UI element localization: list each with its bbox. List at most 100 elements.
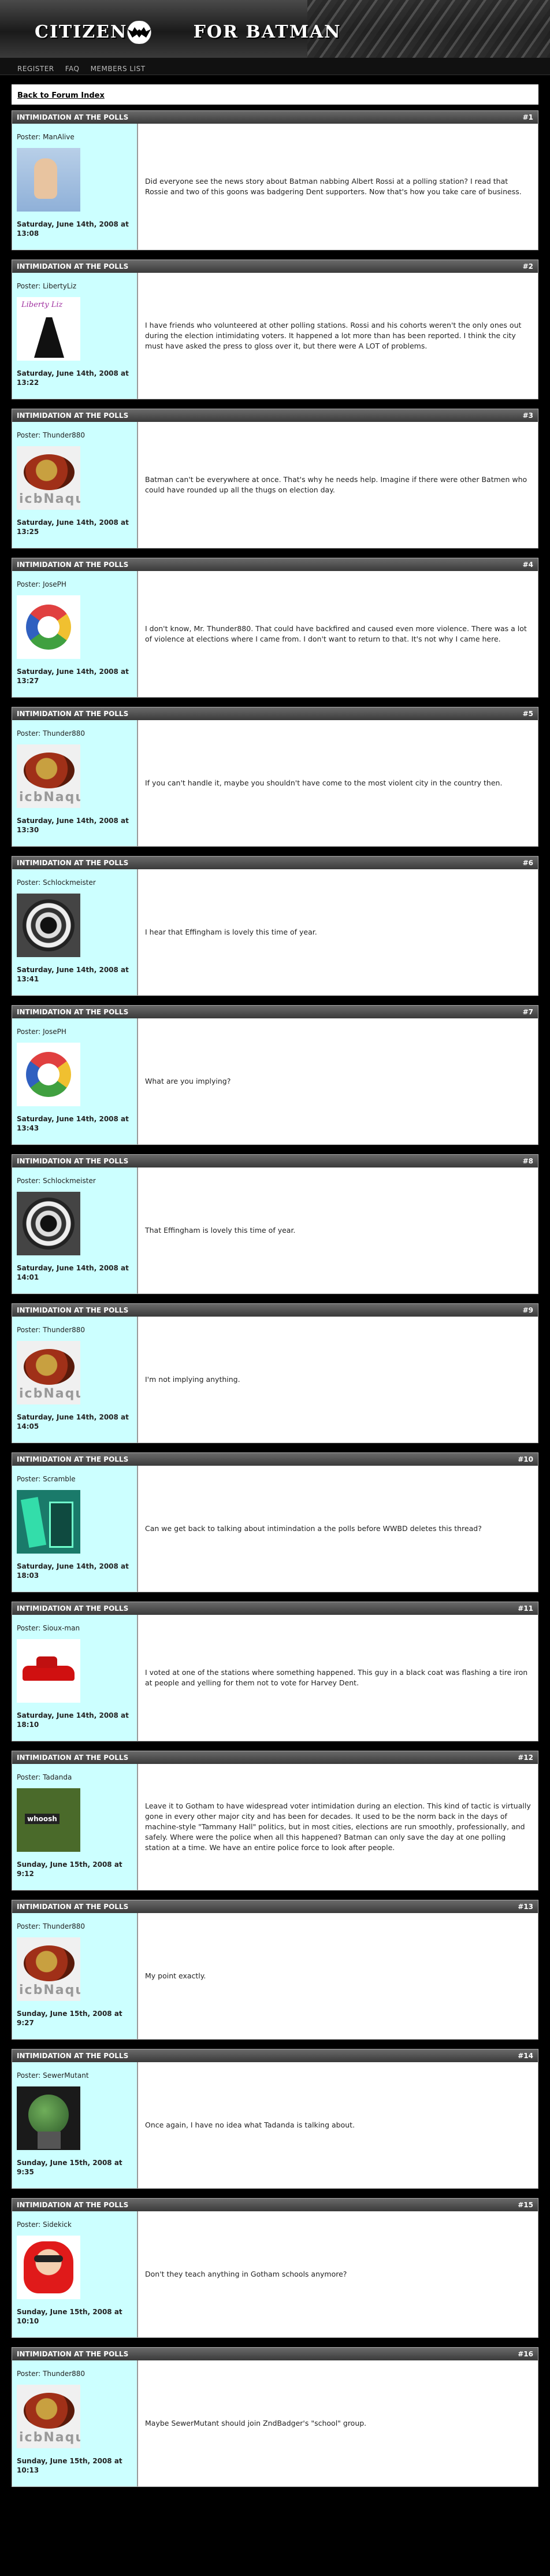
post-number[interactable]: #12: [518, 1754, 533, 1762]
header-graphic: [307, 0, 550, 58]
poster-name[interactable]: Poster: JosePH: [17, 1028, 132, 1036]
avatar: [17, 1192, 80, 1255]
post-date: Sunday, June 15th, 2008 at 9:12: [17, 1860, 122, 1878]
post-number[interactable]: #5: [523, 710, 533, 718]
post-header: INTIMIDATION AT THE POLLS #6: [12, 857, 538, 869]
post-body: Poster: ManAlive Saturday, June 14th, 20…: [12, 124, 538, 250]
post-body: Poster: Thunder880 icbNaqu Sunday, June …: [12, 1913, 538, 2039]
poster-name[interactable]: Poster: Thunder880: [17, 729, 132, 737]
post-date: Saturday, June 14th, 2008 at 13:22: [17, 369, 129, 387]
post-subject: INTIMIDATION AT THE POLLS: [17, 1604, 129, 1613]
post-message: Batman can't be everywhere at once. That…: [138, 422, 538, 548]
forum-post: INTIMIDATION AT THE POLLS #16 Poster: Th…: [12, 2347, 538, 2487]
poster-name[interactable]: Poster: Thunder880: [17, 431, 132, 439]
poster-name[interactable]: Poster: Thunder880: [17, 1922, 132, 1930]
poster-name[interactable]: Poster: Thunder880: [17, 1326, 132, 1334]
post-subject: INTIMIDATION AT THE POLLS: [17, 2350, 129, 2358]
poster-name[interactable]: Poster: Scramble: [17, 1475, 132, 1483]
post-subject: INTIMIDATION AT THE POLLS: [17, 1306, 129, 1314]
avatar-label: icbNaqu: [19, 2430, 80, 2445]
post-message-text: Don't they teach anything in Gotham scho…: [145, 2269, 347, 2278]
post-message-text: I don't know, Mr. Thunder880. That could…: [145, 624, 527, 643]
post-message-text: Can we get back to talking about intimin…: [145, 1524, 482, 1533]
poster-info: Poster: Tadanda whoosh Sunday, June 15th…: [12, 1764, 138, 1890]
post-date: Saturday, June 14th, 2008 at 13:25: [17, 518, 129, 536]
poster-info: Poster: Thunder880 icbNaqu Sunday, June …: [12, 2360, 138, 2486]
post-subject: INTIMIDATION AT THE POLLS: [17, 1754, 129, 1762]
poster-info: Poster: Thunder880 icbNaqu Saturday, Jun…: [12, 720, 138, 846]
post-subject: INTIMIDATION AT THE POLLS: [17, 412, 129, 420]
forum-post: INTIMIDATION AT THE POLLS #7 Poster: Jos…: [12, 1005, 538, 1145]
post-message-text: I'm not implying anything.: [145, 1374, 240, 1384]
poster-name[interactable]: Poster: Schlockmeister: [17, 879, 132, 887]
post-header: INTIMIDATION AT THE POLLS #1: [12, 111, 538, 124]
post-date: Sunday, June 15th, 2008 at 9:35: [17, 2159, 122, 2177]
forum-post: INTIMIDATION AT THE POLLS #10 Poster: Sc…: [12, 1452, 538, 1592]
post-body: Poster: JosePH Saturday, June 14th, 2008…: [12, 1018, 538, 1144]
avatar: icbNaqu: [17, 446, 80, 510]
post-number[interactable]: #15: [518, 2201, 533, 2209]
poster-name[interactable]: Poster: Sioux-man: [17, 1624, 132, 1632]
post-number[interactable]: #8: [523, 1157, 533, 1165]
avatar: [17, 894, 80, 957]
site-title[interactable]: CITIZENS FOR BATMAN: [35, 22, 341, 42]
poster-info: Poster: Schlockmeister Saturday, June 14…: [12, 1167, 138, 1293]
forum-post: INTIMIDATION AT THE POLLS #3 Poster: Thu…: [12, 409, 538, 548]
post-number[interactable]: #9: [523, 1306, 533, 1314]
poster-name[interactable]: Poster: JosePH: [17, 580, 132, 588]
post-number[interactable]: #14: [518, 2052, 533, 2060]
post-body: Poster: Thunder880 icbNaqu Saturday, Jun…: [12, 720, 538, 846]
post-date: Saturday, June 14th, 2008 at 18:03: [17, 1562, 129, 1580]
nav-faq[interactable]: FAQ: [65, 65, 80, 73]
avatar-label: icbNaqu: [19, 492, 80, 506]
post-header: INTIMIDATION AT THE POLLS #7: [12, 1006, 538, 1018]
forum-post: INTIMIDATION AT THE POLLS #2 Poster: Lib…: [12, 260, 538, 399]
poster-info: Poster: ManAlive Saturday, June 14th, 20…: [12, 124, 138, 250]
avatar: [17, 1639, 80, 1703]
post-number[interactable]: #11: [518, 1604, 533, 1613]
post-header: INTIMIDATION AT THE POLLS #13: [12, 1900, 538, 1913]
post-number[interactable]: #2: [523, 262, 533, 270]
poster-name[interactable]: Poster: Thunder880: [17, 2370, 132, 2378]
poster-name[interactable]: Poster: Sidekick: [17, 2221, 132, 2229]
post-subject: INTIMIDATION AT THE POLLS: [17, 710, 129, 718]
poster-name[interactable]: Poster: Tadanda: [17, 1773, 132, 1781]
forum-post: INTIMIDATION AT THE POLLS #12 Poster: Ta…: [12, 1751, 538, 1891]
poster-name[interactable]: Poster: Schlockmeister: [17, 1177, 132, 1185]
nav-members-list[interactable]: MEMBERS LIST: [91, 65, 146, 73]
post-message: I voted at one of the stations where som…: [138, 1615, 538, 1741]
poster-name[interactable]: Poster: SewerMutant: [17, 2071, 132, 2080]
post-date: Saturday, June 14th, 2008 at 13:30: [17, 817, 129, 835]
forum-post: INTIMIDATION AT THE POLLS #8 Poster: Sch…: [12, 1154, 538, 1294]
forum-post: INTIMIDATION AT THE POLLS #13 Poster: Th…: [12, 1900, 538, 2040]
post-number[interactable]: #1: [523, 113, 533, 121]
post-message-text: I voted at one of the stations where som…: [145, 1667, 528, 1687]
post-message-text: I have friends who volunteered at other …: [145, 320, 522, 351]
post-body: Poster: Schlockmeister Saturday, June 14…: [12, 1167, 538, 1293]
post-message: Did everyone see the news story about Ba…: [138, 124, 538, 250]
post-number[interactable]: #3: [523, 412, 533, 420]
post-body: Poster: Schlockmeister Saturday, June 14…: [12, 869, 538, 995]
post-number[interactable]: #4: [523, 561, 533, 569]
post-body: Poster: Sidekick Sunday, June 15th, 2008…: [12, 2211, 538, 2337]
poster-info: Poster: Thunder880 icbNaqu Sunday, June …: [12, 1913, 138, 2039]
post-number[interactable]: #10: [518, 1455, 533, 1463]
forum-post: INTIMIDATION AT THE POLLS #6 Poster: Sch…: [12, 856, 538, 996]
forum-post: INTIMIDATION AT THE POLLS #4 Poster: Jos…: [12, 558, 538, 698]
post-number[interactable]: #13: [518, 1903, 533, 1911]
nav-register[interactable]: REGISTER: [17, 65, 54, 73]
poster-name[interactable]: Poster: ManAlive: [17, 133, 132, 141]
post-body: Poster: Sioux-man Saturday, June 14th, 2…: [12, 1615, 538, 1741]
back-to-forum-index-link[interactable]: Back to Forum Index: [17, 91, 105, 100]
avatar: whoosh: [17, 1788, 80, 1852]
post-message: My point exactly.: [138, 1913, 538, 2039]
post-body: Poster: LibertyLiz Liberty Liz Saturday,…: [12, 273, 538, 399]
poster-name[interactable]: Poster: LibertyLiz: [17, 282, 132, 290]
post-message: I'm not implying anything.: [138, 1317, 538, 1443]
post-message-text: Maybe SewerMutant should join ZndBadger'…: [145, 2418, 367, 2427]
post-number[interactable]: #16: [518, 2350, 533, 2358]
post-number[interactable]: #7: [523, 1008, 533, 1016]
post-header: INTIMIDATION AT THE POLLS #3: [12, 409, 538, 422]
post-number[interactable]: #6: [523, 859, 533, 867]
avatar-label: icbNaqu: [19, 1983, 80, 1997]
